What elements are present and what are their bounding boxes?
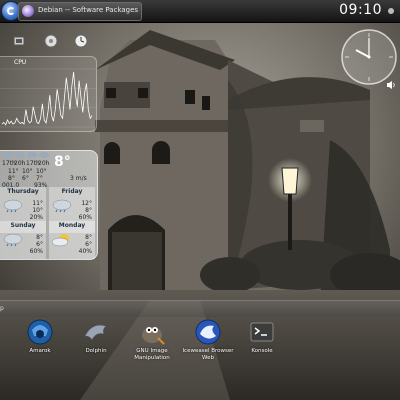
launcher-label: GNU Image Manipulation [134, 348, 170, 361]
row-lo-1: 8° [8, 175, 15, 182]
launcher-bar: p [0, 300, 400, 317]
day-name: Monday [58, 222, 86, 229]
launcher-label: Konsole [251, 348, 273, 354]
konsole-icon [250, 322, 274, 342]
day-name: Friday [61, 188, 83, 195]
sun-cloud-icon [51, 234, 69, 247]
day-low: 6° [85, 241, 92, 248]
row-hi-3: 10° [36, 168, 47, 175]
volume-icon[interactable] [386, 80, 396, 90]
rain-cloud-icon [52, 199, 72, 213]
day-name: Thursday [7, 188, 39, 195]
launcher-konsole[interactable]: Konsole [234, 318, 290, 368]
day-high: 12° [81, 200, 92, 207]
day-precip: 60% [78, 214, 92, 221]
panel-menu-icon[interactable] [388, 8, 394, 14]
day-precip: 40% [78, 248, 92, 255]
row-hi-2: 10° [22, 168, 33, 175]
launcher-bar-label: p [0, 305, 4, 312]
weather-widget: 17th 20h 17th 20h 8° 11° 10° 10° 8° 6° 7… [0, 150, 98, 260]
dolphin-icon [84, 324, 107, 341]
digital-clock[interactable]: 09:10 [339, 2, 382, 18]
cpu-usage-graph [0, 68, 96, 128]
row-hi-1: 11° [8, 168, 19, 175]
top-panel: Debian -- Software Packages in S 09:10 [0, 0, 400, 23]
taskbar-window-button[interactable]: Debian -- Software Packages in S [18, 2, 142, 21]
day-precip: 20% [29, 214, 43, 221]
current-temperature: 8° [54, 154, 71, 170]
launcher-iceweasel[interactable]: Iceweasel Browser Web [180, 318, 236, 368]
forecast-day-2: 20h [14, 160, 26, 167]
day-low: 10° [32, 207, 43, 214]
gimp-icon [142, 327, 165, 345]
day-name: Sunday [10, 222, 36, 229]
taskbar-window-title: Debian -- Software Packages in S [38, 6, 138, 14]
launcher-gimp[interactable]: GNU Image Manipulation [124, 318, 180, 368]
disk-monitor-icon[interactable] [44, 34, 58, 48]
row-lo-3: 7° [36, 175, 43, 182]
day-low: 8° [85, 207, 92, 214]
browser-icon [22, 5, 34, 17]
rain-cloud-icon [3, 233, 23, 247]
launcher-label: Amarok [29, 348, 51, 354]
launcher-dolphin[interactable]: Dolphin [68, 318, 124, 368]
temperature-monitor-icon[interactable] [74, 34, 88, 48]
launcher-label: Dolphin [85, 348, 107, 354]
day-precip: 60% [29, 248, 43, 255]
cpu-monitor-icon[interactable] [12, 34, 26, 48]
forecast-cloud-icons [3, 152, 49, 158]
system-monitor-icons [0, 34, 96, 56]
wind-value: 3 m/s [70, 175, 87, 182]
forecast-monday: Monday 8° 6° 40% [49, 221, 95, 259]
day-low: 6° [36, 241, 43, 248]
iceweasel-icon [195, 319, 221, 345]
launcher-label: Iceweasel Browser Web [182, 348, 234, 361]
forecast-sunday: Sunday 8° 6° 60% [0, 221, 46, 259]
day-high: 11° [32, 200, 43, 207]
forecast-day-4: 20h [38, 160, 50, 167]
row-lo-2: 6° [22, 175, 29, 182]
rain-cloud-icon [3, 199, 23, 213]
system-monitor-widget: CPU [0, 56, 97, 132]
day-high: 8° [85, 234, 92, 241]
analog-clock-widget[interactable] [340, 28, 398, 86]
day-high: 8° [36, 234, 43, 241]
launcher-amarok[interactable]: Amarok [12, 318, 68, 368]
amarok-icon [27, 319, 53, 345]
